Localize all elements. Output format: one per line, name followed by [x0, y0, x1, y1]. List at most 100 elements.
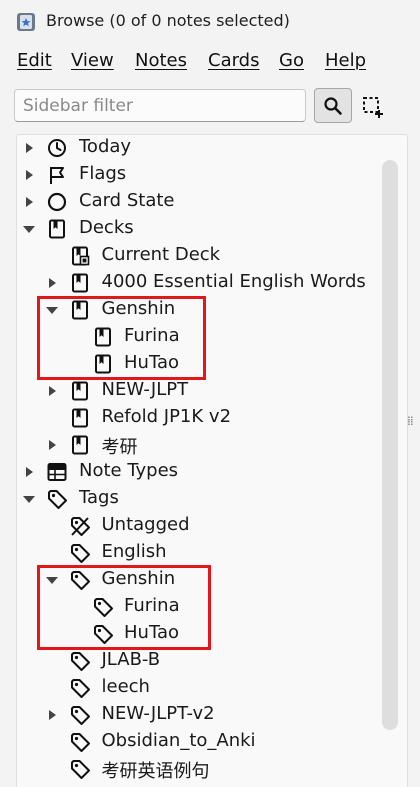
selection-tool-button[interactable] [360, 94, 386, 120]
menu-notes[interactable]: Notes [135, 50, 187, 71]
sidebar-item-hutao[interactable]: HuTao [16, 351, 376, 378]
sidebar-item-genshin[interactable]: Genshin [16, 297, 376, 324]
deck-icon [92, 326, 114, 348]
menu-view[interactable]: View [71, 50, 114, 71]
flag-icon [46, 164, 68, 186]
sidebar-item-untagged[interactable]: Untagged [16, 513, 376, 540]
menu-bar: Edit View Notes Cards Go Help [0, 44, 420, 78]
sidebar-item-label: JLAB-B [101, 649, 161, 670]
sidebar-item-label: English [101, 541, 167, 562]
sidebar-item-label: Genshin [101, 568, 176, 589]
sidebar-item-label: leech [101, 676, 150, 697]
chevron-right-icon[interactable] [45, 276, 59, 290]
sidebar-item-leech[interactable]: leech [16, 675, 376, 702]
splitter-grip-icon[interactable]: ⁞⁞ [407, 415, 415, 427]
sidebar-item-label: Genshin [101, 298, 176, 319]
sidebar-item-new-jlpt-v2[interactable]: NEW-JLPT-v2 [16, 702, 376, 729]
clock-icon [46, 137, 68, 159]
sidebar-filter-input[interactable] [14, 89, 306, 122]
search-icon [324, 96, 342, 115]
chevron-down-icon[interactable] [45, 573, 59, 587]
chevron-right-icon[interactable] [22, 168, 36, 182]
selection-tool-icon [363, 97, 383, 118]
sidebar-item-考研[interactable]: 考研 [16, 432, 376, 459]
menu-go[interactable]: Go [279, 50, 304, 71]
sidebar-item-label: Flags [79, 163, 127, 184]
sidebar-item-label: HuTao [124, 352, 180, 373]
deck-icon [69, 434, 91, 456]
sidebar-item-label: Today [79, 136, 132, 157]
menu-edit[interactable]: Edit [17, 50, 52, 71]
chevron-right-icon[interactable] [45, 384, 59, 398]
tag-icon [69, 677, 91, 699]
scrollbar[interactable] [382, 160, 398, 730]
sidebar-item-genshin[interactable]: Genshin [16, 567, 376, 594]
menu-cards[interactable]: Cards [208, 50, 260, 71]
tag-icon [69, 758, 91, 780]
sidebar-item-label: Obsidian_to_Anki [101, 730, 256, 751]
deck-icon [69, 272, 91, 294]
menu-help[interactable]: Help [325, 50, 366, 71]
untagged-icon [69, 515, 91, 537]
sidebar-item-current-deck[interactable]: Current Deck [16, 243, 376, 270]
sidebar-item-flags[interactable]: Flags [16, 162, 376, 189]
sidebar-item-label: NEW-JLPT [101, 379, 189, 400]
sidebar-item-tags[interactable]: Tags [16, 486, 376, 513]
chevron-down-icon[interactable] [45, 303, 59, 317]
tag-icon [92, 623, 114, 645]
sidebar-item-label: 4000 Essential English Words [101, 271, 366, 292]
chevron-right-icon[interactable] [22, 465, 36, 479]
search-button[interactable] [314, 88, 352, 123]
chevron-down-icon[interactable] [22, 492, 36, 506]
sidebar-item-label: Furina [124, 325, 180, 346]
tag-icon [69, 650, 91, 672]
anki-star-icon [16, 12, 36, 32]
deck-icon [69, 380, 91, 402]
sidebar-item-label: HuTao [124, 622, 180, 643]
chevron-down-icon[interactable] [22, 222, 36, 236]
tag-icon [69, 542, 91, 564]
deck-icon [46, 218, 68, 240]
sidebar-item-today[interactable]: Today [16, 135, 376, 162]
sidebar-item-label: Current Deck [101, 244, 221, 265]
sidebar-item-label: Refold JP1K v2 [101, 406, 232, 427]
sidebar-item-考研英语例句[interactable]: 考研英语例句 [16, 756, 376, 783]
tag-icon [46, 488, 68, 510]
sidebar-item-card-state[interactable]: Card State [16, 189, 376, 216]
note-types-icon [46, 461, 68, 483]
tag-icon [69, 731, 91, 753]
circle-icon [46, 191, 68, 213]
chevron-right-icon[interactable] [22, 195, 36, 209]
sidebar-item-label: 考研英语例句 [101, 761, 210, 782]
chevron-right-icon[interactable] [45, 438, 59, 452]
current-deck-icon [69, 245, 91, 267]
sidebar-item-note-types[interactable]: Note Types [16, 459, 376, 486]
sidebar-item-furina[interactable]: Furina [16, 324, 376, 351]
sidebar-item-furina[interactable]: Furina [16, 594, 376, 621]
sidebar-item-label: Note Types [79, 460, 179, 481]
sidebar-item-english[interactable]: English [16, 540, 376, 567]
sidebar-item-jlab-b[interactable]: JLAB-B [16, 648, 376, 675]
sidebar-item-label: Tags [79, 487, 119, 508]
deck-icon [69, 407, 91, 429]
sidebar-item-label: Furina [124, 595, 180, 616]
sidebar-item-decks[interactable]: Decks [16, 216, 376, 243]
sidebar-item-label: Card State [79, 190, 175, 211]
tag-icon [92, 596, 114, 618]
tag-icon [69, 569, 91, 591]
chevron-right-icon[interactable] [45, 708, 59, 722]
sidebar-item-4000-essential-english-words[interactable]: 4000 Essential English Words [16, 270, 376, 297]
title-bar: Browse (0 of 0 notes selected) [0, 0, 420, 44]
chevron-right-icon[interactable] [22, 141, 36, 155]
sidebar-item-label: Untagged [101, 514, 190, 535]
deck-icon [69, 299, 91, 321]
sidebar-item-refold-jp1k-v2[interactable]: Refold JP1K v2 [16, 405, 376, 432]
sidebar-item-hutao[interactable]: HuTao [16, 621, 376, 648]
window-title: Browse (0 of 0 notes selected) [46, 11, 290, 30]
sidebar-item-new-jlpt[interactable]: NEW-JLPT [16, 378, 376, 405]
sidebar-item-label: Decks [79, 217, 134, 238]
sidebar-item-label: NEW-JLPT-v2 [101, 703, 215, 724]
deck-icon [92, 353, 114, 375]
sidebar-item-label: 考研 [101, 437, 138, 458]
sidebar-item-obsidian-to-anki[interactable]: Obsidian_to_Anki [16, 729, 376, 756]
